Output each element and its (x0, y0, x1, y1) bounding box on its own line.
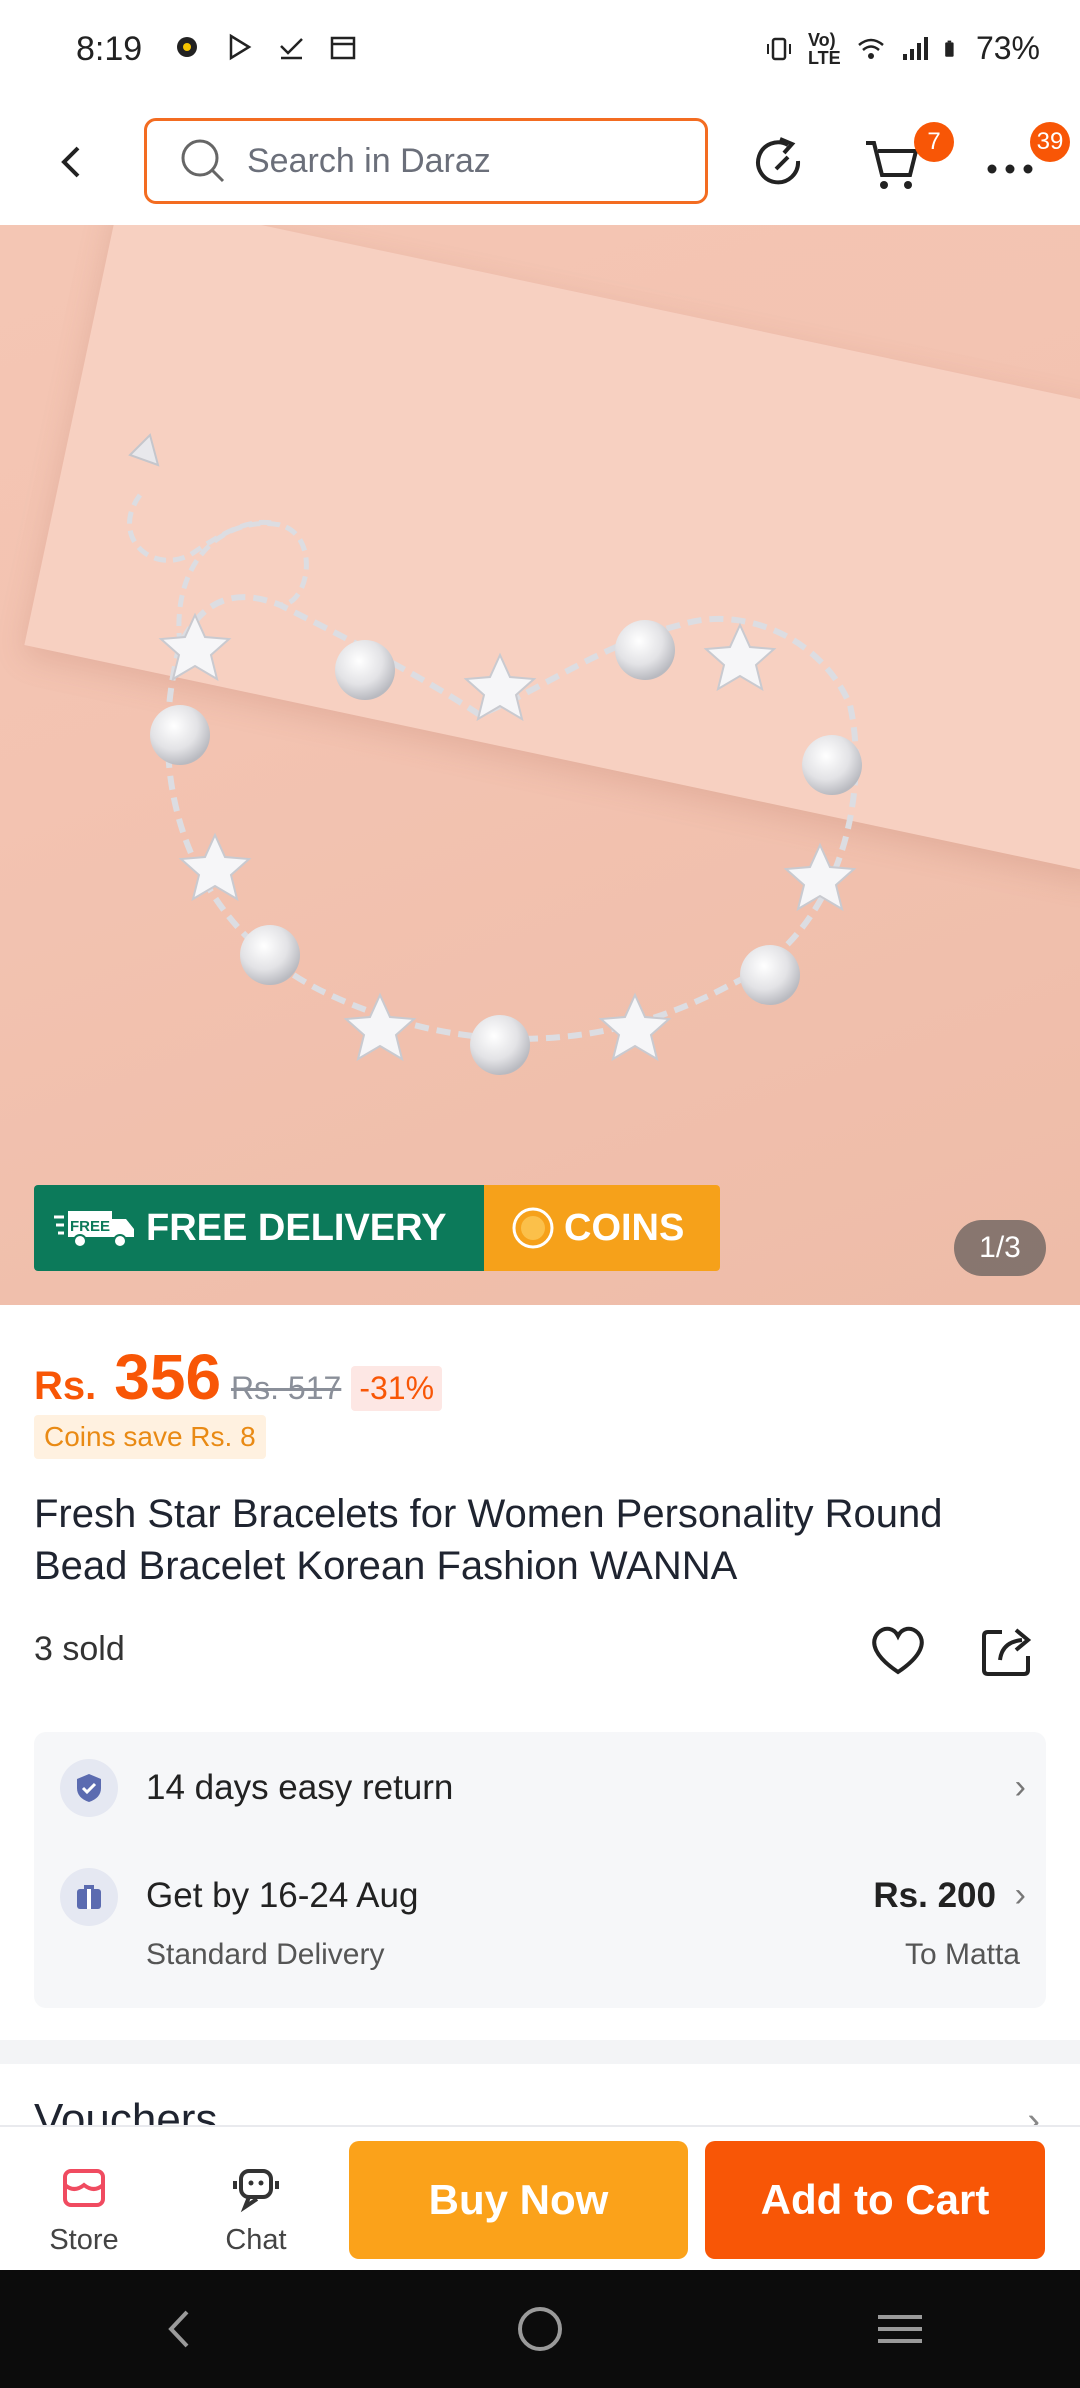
return-policy-text: 14 days easy return (146, 1768, 454, 1807)
add-to-cart-button[interactable]: Add to Cart (705, 2141, 1045, 2259)
chevron-right-icon: › (1014, 1768, 1026, 1806)
delivery-date: Get by 16-24 Aug (146, 1876, 419, 1915)
product-title: Fresh Star Bracelets for Women Personali… (34, 1492, 943, 1588)
vibrate-icon (766, 37, 791, 60)
cart-icon (866, 141, 919, 189)
chat-label: Chat (225, 2224, 287, 2256)
download-done-icon (280, 38, 303, 60)
current-price: 356 (114, 1341, 222, 1413)
volte-label: Vo) LTE (807, 29, 841, 68)
chevron-right-icon: › (1014, 1876, 1026, 1914)
search-icon (181, 139, 225, 183)
delivery-location: To Matta (904, 1938, 1020, 1971)
notification-icons (172, 32, 358, 62)
return-policy-row[interactable]: 14 days easy return › (34, 1732, 1046, 1844)
coin-icon (512, 1207, 554, 1249)
section-divider (0, 2040, 1080, 2064)
battery-percent: 73% (975, 30, 1040, 66)
search-input[interactable]: Search in Daraz (144, 118, 708, 204)
cart-badge: 7 (914, 122, 954, 162)
package-icon (60, 1868, 118, 1926)
product-image-gallery[interactable]: FREE FREE DELIVERY COINS 1/3 (0, 225, 1080, 1305)
share-icon (982, 1628, 1032, 1676)
wifi-icon (858, 38, 884, 59)
share-button[interactable] (976, 1618, 1040, 1682)
free-delivery-tag: FREE FREE DELIVERY (34, 1185, 484, 1271)
delivery-truck-icon: FREE (54, 1211, 134, 1248)
app-notification-icon (177, 37, 197, 57)
search-placeholder: Search in Daraz (247, 141, 491, 180)
coins-tag: COINS (484, 1185, 720, 1271)
coins-label: COINS (564, 1206, 685, 1249)
system-home-icon (518, 2307, 562, 2351)
discount-badge: -31% (351, 1366, 443, 1411)
store-label: Store (49, 2224, 119, 2256)
image-counter: 1/3 (954, 1220, 1046, 1276)
price-currency: Rs. (34, 1364, 97, 1408)
buy-now-button[interactable]: Buy Now (349, 2141, 688, 2259)
promo-banner: FREE FREE DELIVERY COINS (34, 1185, 720, 1271)
system-status-icons: Vo) LTE 73% (764, 30, 1040, 67)
heart-icon (872, 1626, 924, 1675)
price-row: Rs. 356 Rs. 517 -31% (34, 1340, 443, 1414)
delivery-estimate-row[interactable]: Get by 16-24 Aug Standard Delivery Rs. 2… (34, 1844, 1046, 2008)
signal-icon (902, 36, 928, 60)
delivery-fee: Rs. 200 (873, 1876, 996, 1915)
status-bar: 8:19 Vo) LTE 73% (0, 0, 1080, 100)
delivery-info-card: 14 days easy return › Get by 16-24 Aug S… (34, 1732, 1046, 2008)
system-menu-icon (878, 2315, 922, 2343)
original-price: Rs. 517 (231, 1370, 342, 1406)
play-store-icon (229, 33, 252, 61)
delivery-type: Standard Delivery (146, 1938, 385, 1971)
battery-icon (945, 40, 954, 57)
back-button[interactable] (40, 130, 104, 194)
bottom-action-bar: Store Chat Buy Now Add to Cart (0, 2125, 1080, 2270)
refresh-button[interactable] (745, 128, 815, 198)
system-home-button[interactable] (500, 2289, 580, 2369)
more-badge: 39 (1030, 122, 1070, 162)
calendar-icon (330, 36, 356, 60)
chevron-left-icon (61, 146, 80, 178)
free-tag-text: FREE (70, 1218, 110, 1235)
free-delivery-label: FREE DELIVERY (146, 1206, 447, 1249)
sold-count: 3 sold (34, 1630, 125, 1668)
store-icon (63, 2169, 105, 2207)
store-button[interactable]: Store (24, 2163, 144, 2257)
system-recents-button[interactable] (860, 2289, 940, 2369)
coins-save-badge: Coins save Rs. 8 (34, 1415, 266, 1459)
refresh-icon (756, 137, 801, 185)
chat-icon (233, 2169, 279, 2213)
wishlist-button[interactable] (866, 1618, 930, 1682)
top-navigation: Search in Daraz 7 39 (0, 100, 1080, 225)
shield-check-icon (60, 1759, 118, 1817)
system-back-icon (168, 2310, 189, 2348)
status-time: 8:19 (76, 30, 143, 68)
chat-button[interactable]: Chat (196, 2163, 316, 2257)
system-back-button[interactable] (140, 2289, 220, 2369)
bracelet-image (127, 433, 862, 1075)
system-navigation-bar (0, 2270, 1080, 2388)
